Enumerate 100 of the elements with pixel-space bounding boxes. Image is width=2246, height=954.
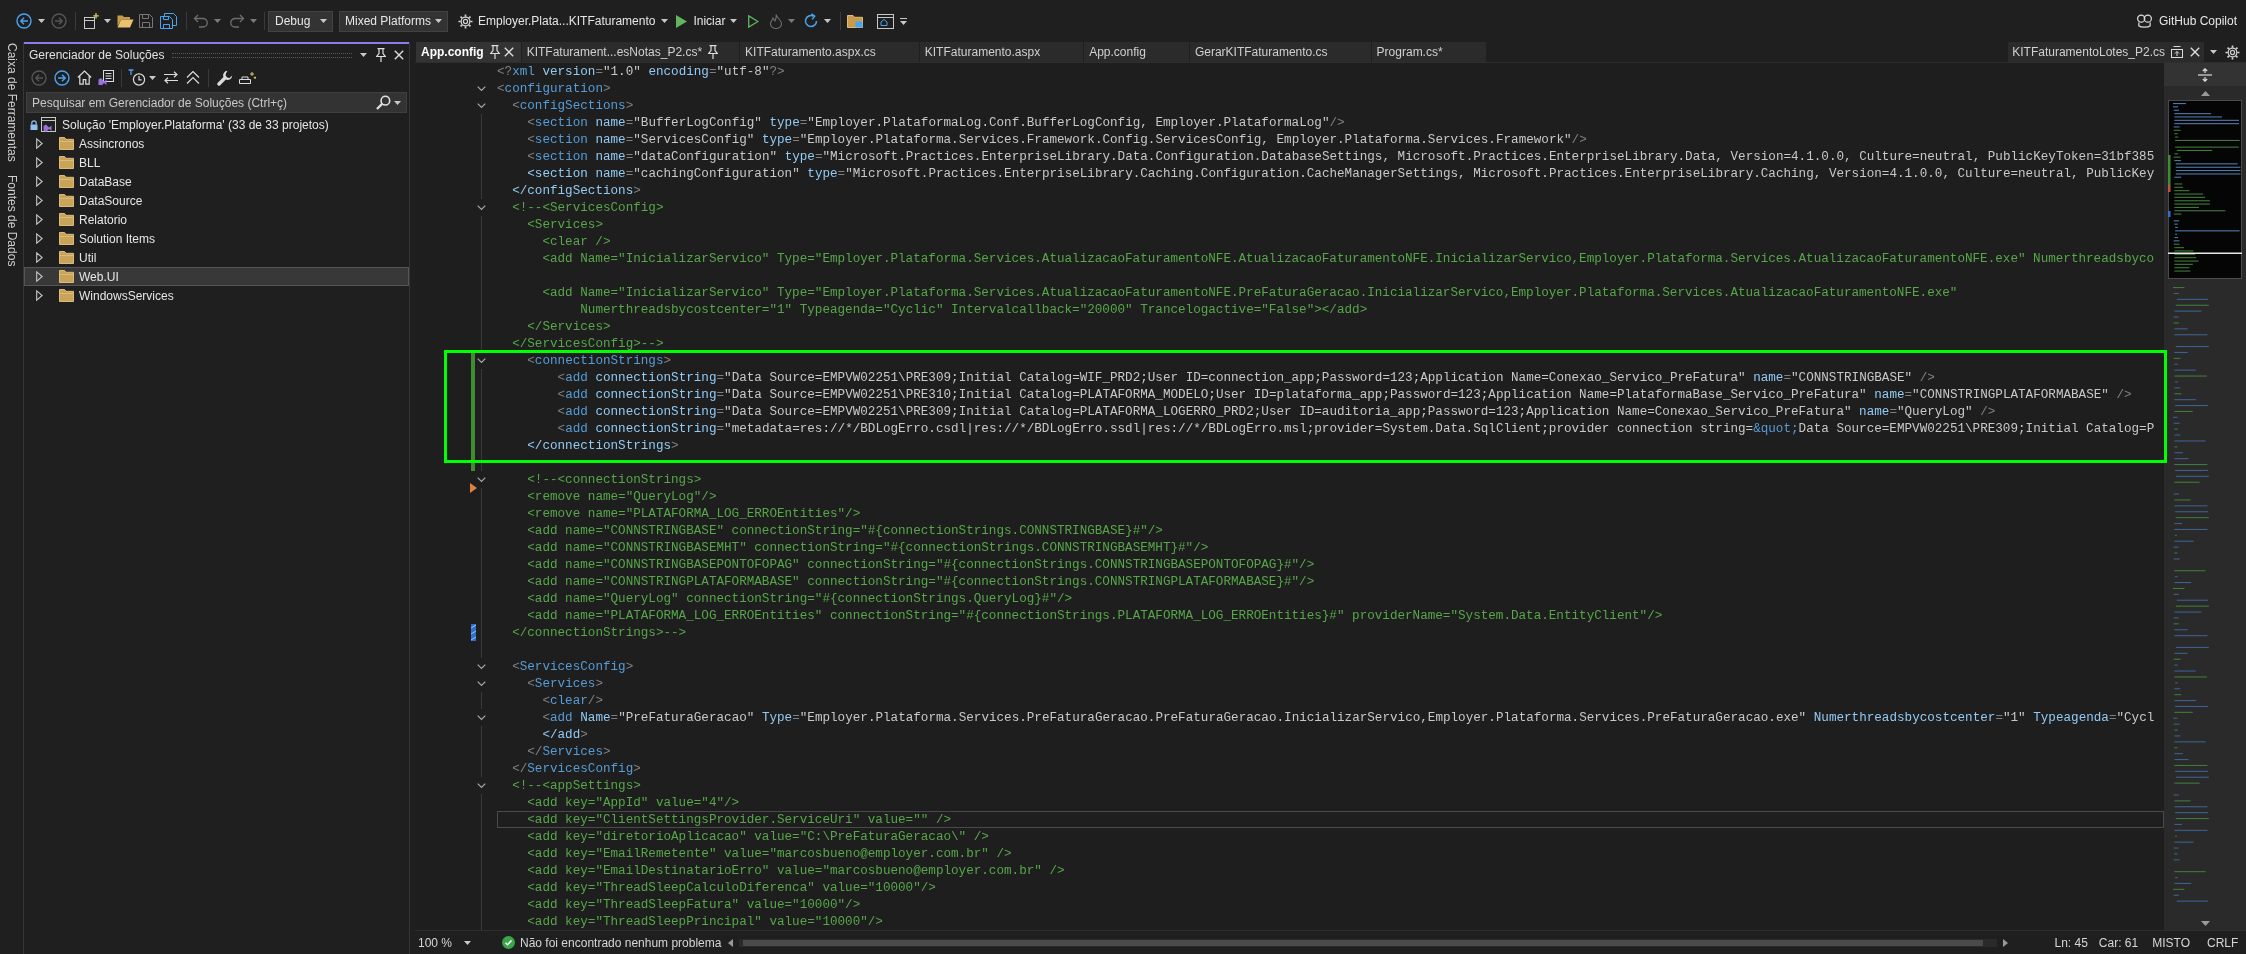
triangle-right-icon[interactable]	[36, 176, 43, 187]
editor-tab[interactable]: App.config	[1084, 42, 1190, 62]
triangle-right-icon[interactable]	[36, 214, 43, 225]
caret-down-icon[interactable]	[320, 19, 327, 23]
two-way-arrows-icon[interactable]	[163, 71, 179, 84]
arrow-right-icon[interactable]	[2003, 938, 2009, 947]
window-icon[interactable]	[877, 13, 895, 29]
triangle-right-icon[interactable]	[36, 157, 43, 168]
search-field[interactable]: Pesquisar em Gerenciador de Soluções (Ctrl+ç)	[26, 92, 407, 113]
tree-item[interactable]: Util	[24, 248, 97, 267]
home-icon[interactable]	[77, 70, 92, 85]
caret-down-icon[interactable]	[661, 19, 669, 23]
caret-down-icon[interactable]	[2210, 50, 2217, 54]
tree-item[interactable]: DataBase	[24, 172, 132, 191]
start-button[interactable]: Iniciar	[676, 10, 738, 32]
caret-down-icon[interactable]	[435, 19, 442, 23]
horizontal-scrollbar[interactable]	[728, 936, 2009, 949]
side-tab[interactable]: Caixa de Ferramentas	[0, 43, 23, 162]
chevron-down-icon[interactable]	[477, 477, 486, 483]
wrench-icon[interactable]	[217, 69, 233, 86]
double-chevron-up-icon[interactable]	[186, 71, 200, 84]
floppy-disks-icon[interactable]	[160, 13, 177, 29]
copilot-button[interactable]: GitHub Copilot	[2135, 10, 2237, 32]
line-indicator[interactable]: Ln: 45	[2054, 933, 2088, 952]
settings-icon[interactable]	[2225, 44, 2240, 60]
search-icon[interactable]	[376, 95, 391, 110]
triangle-right-icon[interactable]	[36, 233, 43, 244]
caret-down-icon[interactable]	[360, 53, 367, 57]
column-indicator[interactable]: Car: 61	[2098, 933, 2139, 952]
tray-sparkle-icon[interactable]	[239, 71, 256, 84]
chevron-down-icon[interactable]	[477, 681, 486, 687]
folder-icon[interactable]	[847, 14, 864, 28]
triangle-up-icon[interactable]	[2200, 91, 2210, 96]
play-outline-icon[interactable]	[748, 14, 760, 28]
curved-arrow-left-icon[interactable]	[193, 14, 209, 28]
line-ending-indicator[interactable]: CRLF	[2207, 933, 2239, 952]
issues-button[interactable]: Não foi encontrado nenhum problema	[502, 933, 722, 952]
indentation-indicator[interactable]: MISTO	[2152, 933, 2190, 952]
split-button[interactable]	[2164, 63, 2246, 86]
editor-tab[interactable]: Program.cs*	[1371, 42, 1487, 62]
preview-tab[interactable]: KITFaturamentoLotes_P2.cs	[2008, 42, 2204, 62]
document-list-icon[interactable]	[98, 70, 114, 85]
caret-down-icon[interactable]	[900, 17, 908, 25]
pin-icon[interactable]	[489, 45, 500, 59]
editor-tab[interactable]: GerarKITFaturamento.cs	[1189, 42, 1372, 62]
caret-down-icon[interactable]	[149, 75, 156, 80]
editor-tab[interactable]: App.config	[416, 42, 522, 62]
pin-icon[interactable]	[376, 48, 386, 62]
editor-tab[interactable]: KITFaturamento.aspx.cs	[740, 42, 920, 62]
tree-item[interactable]: DataSource	[24, 191, 143, 210]
close-icon[interactable]	[394, 50, 404, 60]
side-tab[interactable]: Fontes de Dados	[0, 174, 23, 267]
triangle-right-icon[interactable]	[36, 271, 43, 282]
code-line: <add connectionString="Data Source=EMPVW02251\PRE309;Initial Catalog=WIF_PRD2;User ID=connection_app;Password=123;Application Name=Conexao_Servico_PreFatura" name="CONNSTRINGBASE" />	[557, 369, 1935, 386]
code-line: <add connectionString="Data Source=EMPVW02251\PRE310;Initial Catalog=PLATAFORMA_MODELO;User ID=plataforma_app;Password=123;Application Name=PlataformaBase_Servico_PreFatura" name="CONNSTRINGPLATAFORMABASE" />	[557, 386, 2132, 403]
circular-arrow-icon[interactable]	[803, 13, 820, 29]
editor-tab[interactable]: KITFaturament...esNotas_P2.cs*	[521, 42, 741, 62]
caret-down-icon[interactable]	[38, 19, 45, 23]
tree-item[interactable]: WindowsServices	[24, 286, 174, 305]
caret-down-icon[interactable]	[464, 940, 471, 945]
configuration-dropdown[interactable]: Debug	[268, 10, 333, 32]
code-line: <add connectionString="Data Source=EMPVW02251\PRE309;Initial Catalog=PLATAFORMA_LOGERRO_PRD2;User ID=auditoria_app;Password=123;Application Name=Conexao_Servico_PreFatura" name="QueryLog" />	[557, 403, 1996, 420]
caret-down-icon[interactable]	[730, 19, 738, 23]
flame-icon[interactable]	[770, 13, 783, 29]
folder-open-icon[interactable]	[117, 14, 134, 28]
clock-icon[interactable]	[128, 69, 146, 86]
triangle-right-icon[interactable]	[36, 138, 43, 149]
triangle-right-icon[interactable]	[36, 195, 43, 206]
platform-dropdown[interactable]: Mixed Platforms	[339, 10, 448, 32]
arrow-left-icon[interactable]	[728, 938, 734, 947]
caret-down-icon[interactable]	[394, 100, 401, 105]
zoom-dropdown[interactable]: 100 %	[418, 933, 475, 952]
close-icon[interactable]	[503, 47, 514, 57]
tree-item[interactable]: Assincronos	[24, 134, 145, 153]
circle-arrow-right-icon[interactable]	[54, 69, 70, 86]
chevron-down-icon[interactable]	[477, 783, 486, 789]
caret-down-icon[interactable]	[104, 19, 111, 23]
triangle-right-icon[interactable]	[36, 252, 43, 263]
editor-tab[interactable]: KITFaturamento.aspx	[919, 42, 1085, 62]
close-icon[interactable]	[2190, 47, 2200, 57]
folder-icon	[59, 289, 74, 302]
chevron-down-icon[interactable]	[477, 664, 486, 670]
startup-project-dropdown[interactable]: Employer.Plata...KITFaturamento	[458, 10, 669, 32]
chevron-down-icon[interactable]	[477, 205, 486, 211]
circle-arrow-left-icon[interactable]	[16, 13, 32, 29]
caret-down-icon[interactable]	[824, 19, 832, 23]
chevron-down-icon[interactable]	[477, 715, 486, 721]
tree-item[interactable]: Relatorio	[24, 210, 128, 229]
chevron-down-icon[interactable]	[477, 358, 486, 364]
curved-arrow-right-icon[interactable]	[229, 14, 245, 28]
tree-item[interactable]: BLL	[24, 153, 101, 172]
tree-item[interactable]: Web.UI	[24, 267, 409, 286]
triangle-right-icon[interactable]	[36, 290, 43, 301]
pin-icon[interactable]	[708, 45, 719, 59]
window-plus-icon[interactable]	[83, 13, 99, 29]
chevron-down-icon[interactable]	[477, 86, 486, 92]
tree-item[interactable]: Solução 'Employer.Plataforma' (33 de 33 projetos)	[24, 115, 329, 134]
tree-item[interactable]: Solution Items	[24, 229, 156, 248]
chevron-down-icon[interactable]	[477, 103, 486, 109]
triangle-down-icon[interactable]	[2200, 921, 2210, 926]
